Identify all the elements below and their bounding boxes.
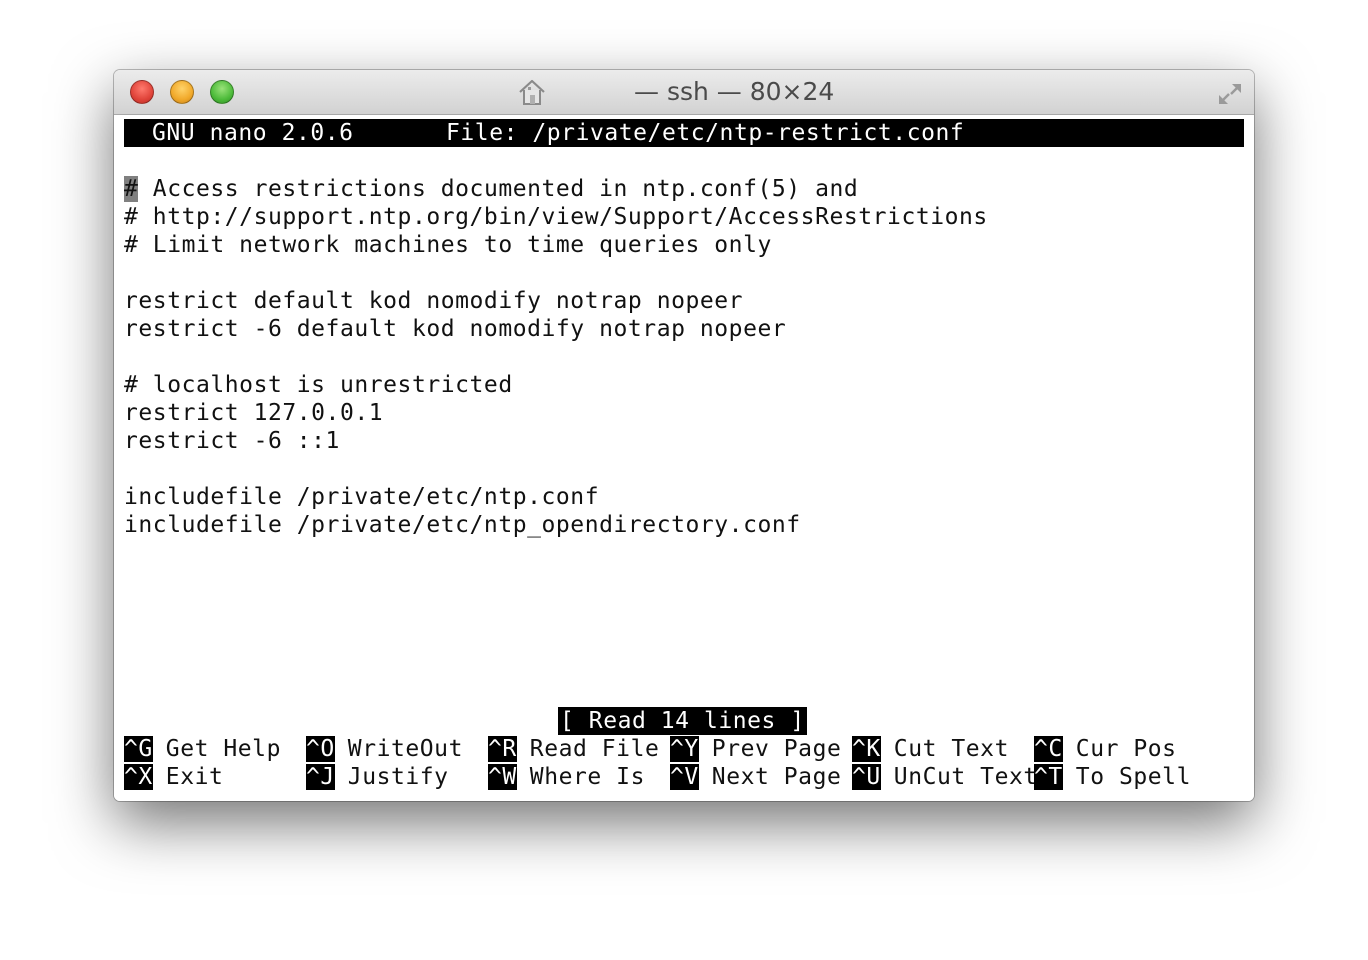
shortcut-key: ^T xyxy=(1034,764,1063,790)
editor-line: restrict -6 ::1 xyxy=(124,428,340,454)
shortcut-writeout: ^O WriteOut xyxy=(306,735,463,763)
shortcut-where-is: ^W Where Is xyxy=(488,763,645,791)
shortcut-cut-text: ^K Cut Text xyxy=(852,735,1009,763)
shortcut-read-file: ^R Read File xyxy=(488,735,659,763)
editor-line: # http://support.ntp.org/bin/view/Suppor… xyxy=(124,204,988,230)
terminal-content[interactable]: GNU nano 2.0.6 File: /private/etc/ntp-re… xyxy=(114,115,1254,801)
nano-header-bar: GNU nano 2.0.6 File: /private/etc/ntp-re… xyxy=(124,119,1244,147)
editor-line: # localhost is unrestricted xyxy=(124,372,513,398)
shortcut-key: ^O xyxy=(306,736,335,762)
shortcut-label: To Spell xyxy=(1075,764,1191,790)
shortcut-label: Exit xyxy=(165,764,224,790)
editor-line: restrict -6 default kod nomodify notrap … xyxy=(124,316,787,342)
editor-line: restrict default kod nomodify notrap nop… xyxy=(124,288,744,314)
editor-line: includefile /private/etc/ntp.conf xyxy=(124,484,600,510)
shortcut-prev-page: ^Y Prev Page xyxy=(670,735,841,763)
shortcut-key: ^U xyxy=(852,764,881,790)
window-title: — ssh — 80×24 xyxy=(634,77,835,106)
title-bar[interactable]: — ssh — 80×24 xyxy=(114,70,1254,115)
editor-line: restrict 127.0.0.1 xyxy=(124,400,384,426)
shortcut-key: ^G xyxy=(124,736,153,762)
nano-version: GNU nano 2.0.6 xyxy=(152,120,354,146)
home-folder-icon[interactable] xyxy=(516,76,548,108)
terminal-window: — ssh — 80×24 GNU nano 2.0.6 File: /priv… xyxy=(114,70,1254,801)
shortcut-uncut-text: ^U UnCut Text xyxy=(852,763,1038,791)
close-button[interactable] xyxy=(130,80,154,104)
shortcut-justify: ^J Justify xyxy=(306,763,449,791)
shortcut-label: Cut Text xyxy=(893,736,1009,762)
fullscreen-icon[interactable] xyxy=(1214,78,1246,110)
shortcut-key: ^X xyxy=(124,764,153,790)
shortcut-to-spell: ^T To Spell xyxy=(1034,763,1191,791)
status-message: [ Read 14 lines ] xyxy=(558,707,807,735)
shortcut-exit: ^X Exit xyxy=(124,763,223,791)
shortcut-label: Get Help xyxy=(165,736,281,762)
shortcut-key: ^Y xyxy=(670,736,699,762)
shortcut-key: ^W xyxy=(488,764,517,790)
shortcut-label: WriteOut xyxy=(347,736,463,762)
shortcut-label: Read File xyxy=(529,736,660,762)
shortcut-key: ^K xyxy=(852,736,881,762)
shortcut-label: Prev Page xyxy=(711,736,842,762)
zoom-button[interactable] xyxy=(210,80,234,104)
shortcut-key: ^C xyxy=(1034,736,1063,762)
shortcut-key: ^R xyxy=(488,736,517,762)
editor-line-1: # Access restrictions documented in ntp.… xyxy=(124,175,858,203)
shortcut-label: Next Page xyxy=(711,764,842,790)
editor-line: # Limit network machines to time queries… xyxy=(124,232,772,258)
shortcut-key: ^V xyxy=(670,764,699,790)
shortcut-label: UnCut Text xyxy=(893,764,1038,790)
nano-filename: File: /private/etc/ntp-restrict.conf xyxy=(446,120,965,146)
shortcut-label: Justify xyxy=(347,764,449,790)
text-cursor: # xyxy=(124,176,139,202)
shortcut-cur-pos: ^C Cur Pos xyxy=(1034,735,1177,763)
shortcut-next-page: ^V Next Page xyxy=(670,763,841,791)
minimize-button[interactable] xyxy=(170,80,194,104)
shortcut-label: Where Is xyxy=(529,764,645,790)
shortcut-get-help: ^G Get Help xyxy=(124,735,281,763)
editor-line: includefile /private/etc/ntp_opendirecto… xyxy=(124,512,801,538)
editor-line-1-text: Access restrictions documented in ntp.co… xyxy=(138,176,859,202)
shortcut-label: Cur Pos xyxy=(1075,736,1177,762)
shortcut-key: ^J xyxy=(306,764,335,790)
